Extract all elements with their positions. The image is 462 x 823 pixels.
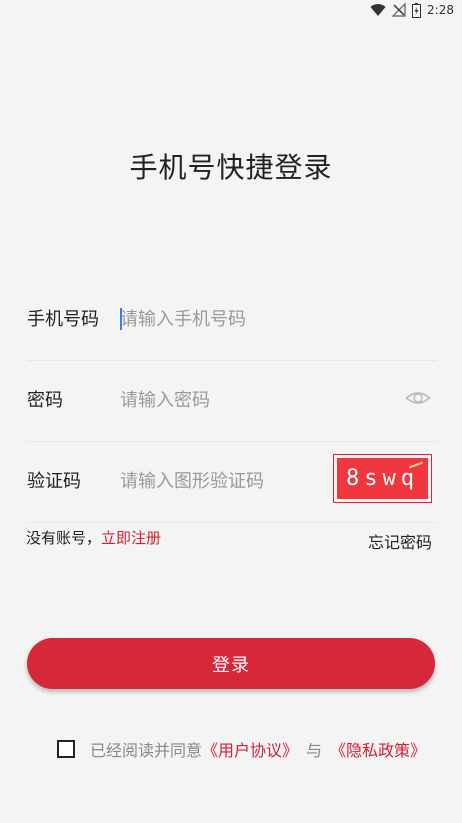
password-row: 密码 [27,360,437,442]
captcha-label: 验证码 [27,471,81,492]
captcha-input[interactable] [120,463,320,499]
phone-row: 手机号码 [27,279,437,361]
agreement-and: 与 [306,741,323,760]
status-bar: 2:28 [0,0,462,20]
password-input[interactable] [120,382,320,418]
agreement-checkbox[interactable] [57,740,75,758]
forgot-password-link[interactable]: 忘记密码 [368,529,432,553]
captcha-image[interactable]: 8swq [333,454,432,503]
status-time: 2:28 [427,3,454,17]
phone-input[interactable] [120,301,320,337]
no-account-text: 没有账号，立即注册 [26,527,161,548]
register-link[interactable]: 立即注册 [101,529,161,547]
login-button[interactable]: 登录 [27,638,435,689]
text-cursor [120,308,122,330]
captcha-text: 8swq [346,466,419,491]
privacy-policy-link[interactable]: 《隐私政策》 [330,737,426,761]
status-icons: 2:28 [370,2,454,18]
captcha-row: 验证码 8swq [27,441,437,523]
eye-icon[interactable] [405,388,431,408]
user-agreement-link[interactable]: 《用户协议》 [202,737,298,761]
password-label: 密码 [27,390,63,411]
phone-label: 手机号码 [27,309,99,330]
agreement-prefix: 已经阅读并同意 [90,741,203,760]
no-account-label: 没有账号， [26,529,102,547]
agreement-row: 已经阅读并同意 《用户协议》 与 《隐私政策》 [57,737,426,761]
page-title: 手机号快捷登录 [129,151,333,184]
captcha-image-inner: 8swq [337,458,428,499]
wifi-icon [370,4,386,17]
battery-icon [412,2,422,18]
links-row: 没有账号，立即注册 忘记密码 [26,527,432,553]
no-signal-icon [392,3,406,17]
